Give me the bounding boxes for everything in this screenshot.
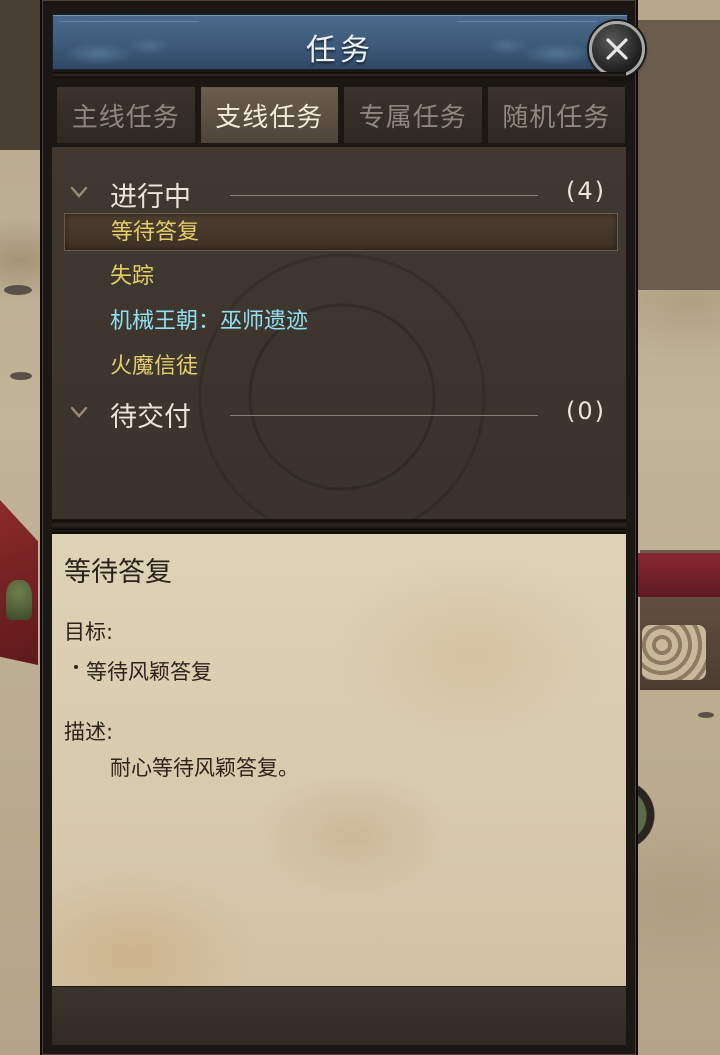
tab-random-quests[interactable]: 随机任务 [486,86,626,144]
quest-tabs: 主线任务 支线任务 专属任务 随机任务 [56,86,626,144]
quest-list: 进行中 (4) 等待答复 失踪 机械王朝：巫师遗迹 火魔信徒 待交付 (0) [52,146,626,520]
panel-title: 任务 [306,33,374,68]
divider [52,520,626,530]
world-log-pile [642,625,706,680]
section-pending[interactable]: 待交付 (0) [52,393,626,433]
section-line [230,195,538,196]
description-text: 耐心等待风颖答复。 [110,756,299,780]
quest-panel: 任务 主线任务 支线任务 专属任务 随机任务 进行中 (4) 等待答复 失踪 机… [40,0,645,1055]
world-rock [10,372,32,380]
bullet-icon [74,665,78,669]
divider [52,72,626,78]
section-count: (4) [566,177,606,205]
world-cliff [0,0,40,150]
section-in-progress[interactable]: 进行中 (4) [52,173,626,213]
section-label: 进行中 [110,182,191,213]
world-rock [4,285,32,295]
world-building [636,20,720,290]
description-label: 描述: [64,720,114,744]
world-stall-roof [636,553,720,597]
tab-main-quests[interactable]: 主线任务 [56,86,196,144]
goal-item: 等待风颖答复 [74,656,212,686]
section-count: (0) [566,397,606,425]
world-rock [698,712,714,718]
goal-label: 目标: [64,620,114,644]
quest-detail: 等待答复 目标: 等待风颖答复 描述: 耐心等待风颖答复。 [52,532,626,986]
quest-item[interactable]: 等待答复 [64,213,618,251]
world-plant [6,580,32,620]
tab-exclusive-quests[interactable]: 专属任务 [343,86,483,144]
quest-item[interactable]: 机械王朝：巫师遗迹 [64,303,618,341]
chevron-down-icon [70,406,88,418]
section-line [230,415,538,416]
goal-text: 等待风颖答复 [86,660,212,684]
detail-title: 等待答复 [64,557,172,588]
title-bar: 任务 [52,14,645,77]
tab-side-quests[interactable]: 支线任务 [199,86,339,144]
close-button[interactable] [589,21,645,77]
section-label: 待交付 [110,402,191,433]
chevron-down-icon [70,186,88,198]
panel-footer [52,986,626,1045]
quest-item[interactable]: 失踪 [64,258,618,296]
quest-item[interactable]: 火魔信徒 [64,348,618,386]
close-icon [606,38,628,60]
